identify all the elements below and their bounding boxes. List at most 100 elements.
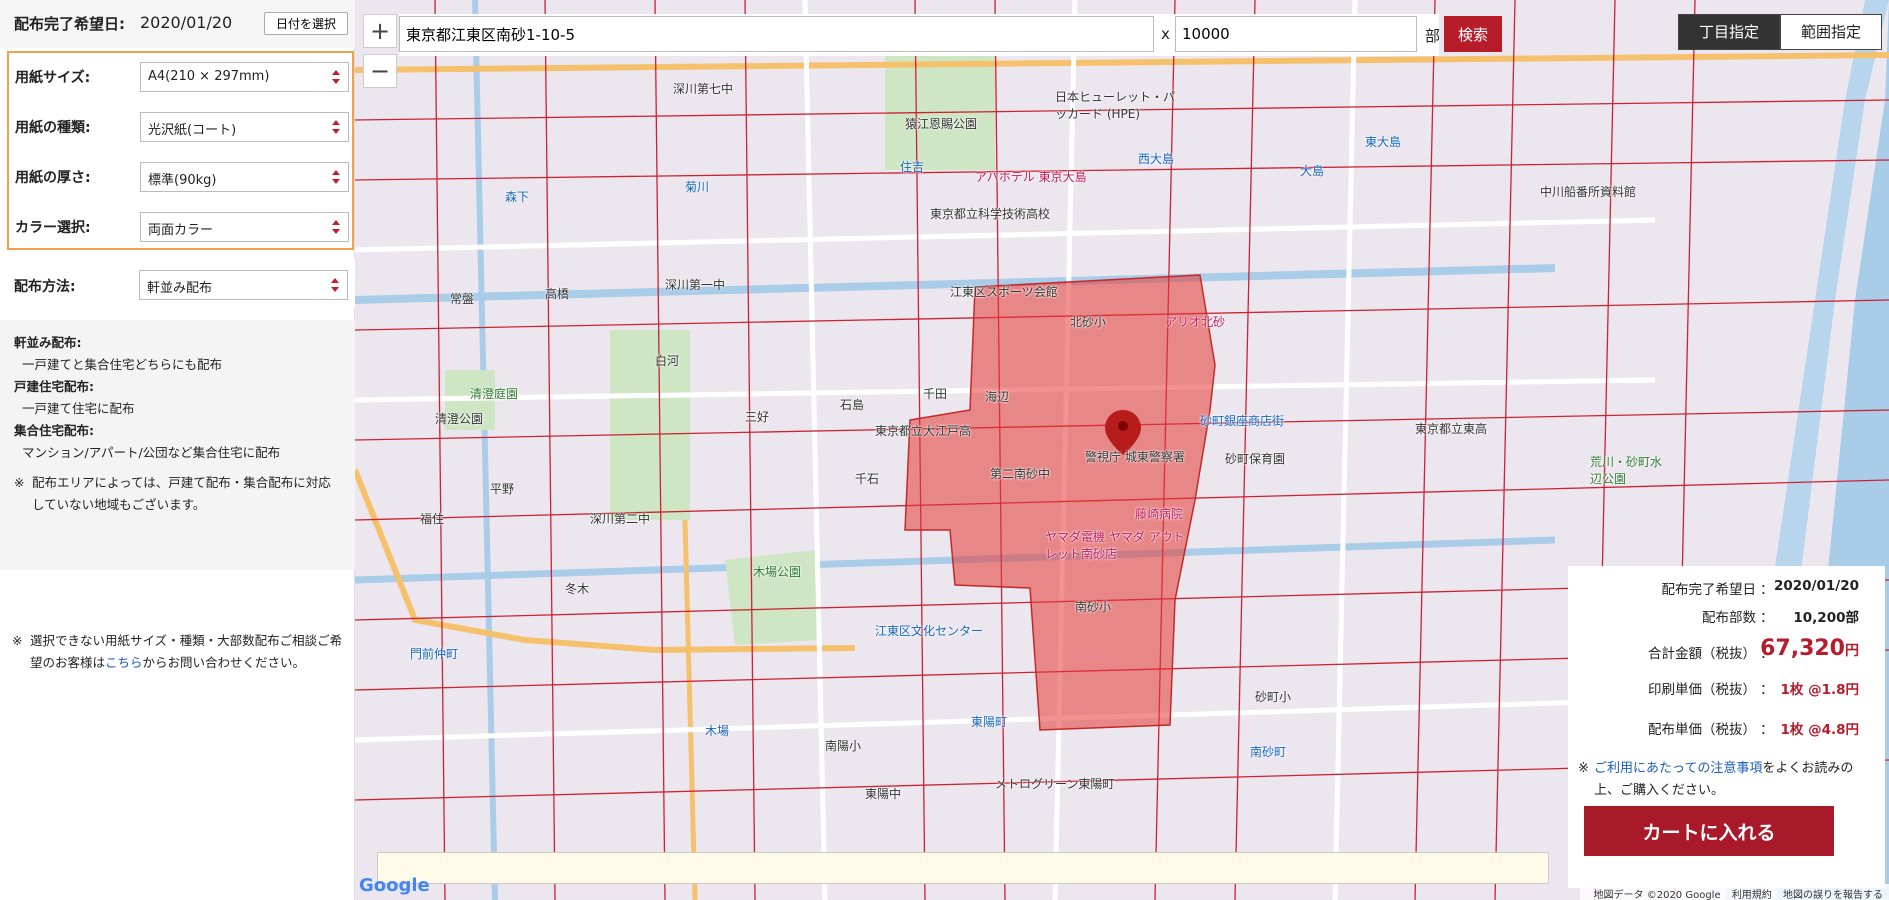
summary-colon: ： (1760, 582, 1774, 598)
map-label: 南砂小 (1075, 600, 1112, 614)
distribution-method-select[interactable]: 軒並み配布 (139, 270, 348, 300)
map-label: 清澄庭園 (470, 387, 519, 401)
terms-note-text: ご利用にあたっての注意事項をよくお読みの上、ご購入ください。 (1594, 758, 1878, 802)
map-label: 砂町銀座商店街 (1200, 414, 1285, 428)
contact-link[interactable]: こちら (105, 655, 143, 670)
explain-desc: 一戸建て住宅に配布 (22, 401, 135, 416)
map-label: 南陽小 (825, 739, 862, 753)
map-label: 三好 (745, 410, 770, 424)
explain-heading: 軒並み配布: (14, 335, 82, 350)
select-arrows-icon (332, 119, 340, 135)
date-value: 2020/01/20 (140, 13, 233, 32)
paper-type-value: 光沢紙(コート) (148, 123, 237, 138)
map-label: 東京都立東高 (1415, 422, 1488, 436)
color-select[interactable]: 両面カラー (140, 212, 349, 242)
summary-label: 配布単価（税抜） (1648, 722, 1756, 738)
map-label: 東京都立科学技術高校 (930, 207, 1051, 221)
paper-size-value: A4(210 × 297mm) (148, 69, 270, 84)
map-label: 北砂小 (1070, 315, 1107, 329)
map-label: 清澄公園 (435, 412, 484, 426)
select-arrows-icon (332, 69, 340, 85)
district-line (434, 0, 446, 900)
note-mark: ※ (14, 475, 25, 490)
google-logo: Google (359, 875, 430, 896)
district-line (544, 0, 556, 900)
quantity-input[interactable] (1175, 16, 1417, 52)
explain-desc: マンション/アパート/公団など集合住宅に配布 (22, 445, 281, 460)
map-label: 常盤 (450, 292, 475, 306)
explain-note-text: 配布エリアによっては、戸建て配布・集合配布に対応していない地域もございます。 (32, 475, 331, 512)
map-canvas[interactable]: 猿江恩賜公園 日本ヒューレット・パッカード (HPE) アパホテル 東京大島 東… (355, 0, 1889, 900)
map-label: 千田 (923, 387, 948, 401)
map-label: 福住 (420, 512, 445, 526)
search-button[interactable]: 検索 (1444, 16, 1502, 52)
map-label: 深川第一中 (665, 278, 726, 292)
map-label: アパホテル 東京大島 (975, 170, 1087, 184)
map-label: 門前仲町 (410, 647, 459, 661)
paper-thickness-row: 用紙の厚さ: 標準(90kg) (9, 153, 352, 203)
add-to-cart-button[interactable]: カートに入れる (1584, 806, 1834, 856)
note-mark: ※ (1578, 761, 1589, 776)
select-date-button[interactable]: 日付を選択 (264, 12, 348, 35)
summary-label: 配布完了希望日 (1661, 582, 1757, 598)
map-label: 高橋 (545, 287, 570, 301)
tab-range-select[interactable]: 範囲指定 (1780, 14, 1882, 50)
map-label: 砂町小 (1255, 690, 1292, 704)
paper-size-select[interactable]: A4(210 × 297mm) (140, 62, 349, 92)
paper-type-row: 用紙の種類: 光沢紙(コート) (9, 103, 352, 153)
paper-size-label: 用紙サイズ: (15, 70, 91, 86)
summary-colon: ： (1760, 682, 1774, 698)
address-search-bar: x 部 (399, 14, 1440, 56)
paper-type-select[interactable]: 光沢紙(コート) (140, 112, 349, 142)
distribution-method-label: 配布方法: (14, 279, 76, 295)
x-separator: x (1161, 25, 1170, 43)
tab-chome-select[interactable]: 丁目指定 (1678, 14, 1780, 50)
road (1332, 0, 1358, 900)
map-label: 南砂町 (1250, 745, 1287, 759)
message-bar (377, 852, 1549, 884)
map-label: 日本ヒューレット・パッカード (HPE) (1055, 90, 1176, 121)
summary-label: 配布部数 (1702, 610, 1756, 626)
zoom-in-button[interactable]: + (363, 14, 397, 48)
contact-note: ※ 選択できない用紙サイズ・種類・大部数配布ご相談ご希望のお客様はこちらからお問… (12, 630, 347, 674)
summary-value: 2020/01/20 (1773, 578, 1859, 594)
map-label: 砂町保育園 (1225, 452, 1286, 466)
color-label: カラー選択: (15, 220, 91, 236)
distribution-method-row: 配布方法: 軒並み配布 (0, 258, 355, 308)
map-label: 石島 (840, 398, 865, 412)
paper-thickness-label: 用紙の厚さ: (15, 170, 91, 186)
date-row: 配布完了希望日: 2020/01/20 日付を選択 (0, 0, 355, 48)
map-label: 東陽中 (865, 787, 902, 801)
terms-link[interactable]: ご利用にあたっての注意事項 (1594, 761, 1762, 776)
road (355, 217, 1656, 253)
note-mark: ※ (12, 633, 23, 648)
map-label: 江東区文化センター (875, 624, 984, 638)
paper-thickness-select[interactable]: 標準(90kg) (140, 162, 349, 192)
map-label: 東大島 (1365, 135, 1402, 149)
map-label: 木場 (705, 724, 730, 738)
map-label: アリオ北砂 (1165, 315, 1226, 329)
color-row: カラー選択: 両面カラー (9, 203, 352, 253)
main-road (682, 519, 698, 900)
summary-colon: ： (1760, 722, 1774, 738)
paper-type-label: 用紙の種類: (15, 120, 91, 136)
attribution-terms-link[interactable]: 利用規約 (1732, 890, 1772, 900)
address-input[interactable] (399, 16, 1154, 52)
paper-thickness-value: 標準(90kg) (148, 173, 217, 188)
canal (472, 0, 498, 900)
contact-note-post: からお問い合わせください。 (142, 655, 306, 670)
attribution-report-link[interactable]: 地図の誤りを報告する (1783, 890, 1883, 900)
summary-total-value: 67,320円 (1760, 636, 1859, 661)
map-label: 江東区スポーツ会館 (950, 285, 1058, 299)
map-label: 冬木 (565, 582, 590, 596)
color-value: 両面カラー (148, 223, 214, 238)
district-line (1414, 0, 1436, 900)
summary-value: 1枚 @4.8円 (1780, 722, 1859, 738)
map-label: 菊川 (685, 180, 710, 194)
zoom-out-button[interactable]: − (363, 54, 397, 88)
attribution-data: 地図データ ©2020 Google (1593, 890, 1721, 900)
main-road (355, 52, 1889, 73)
map-label: メトログリーン東陽町 (995, 777, 1115, 791)
map-label: 千石 (855, 472, 880, 486)
explain-desc: 一戸建てと集合住宅どちらにも配布 (22, 357, 223, 372)
